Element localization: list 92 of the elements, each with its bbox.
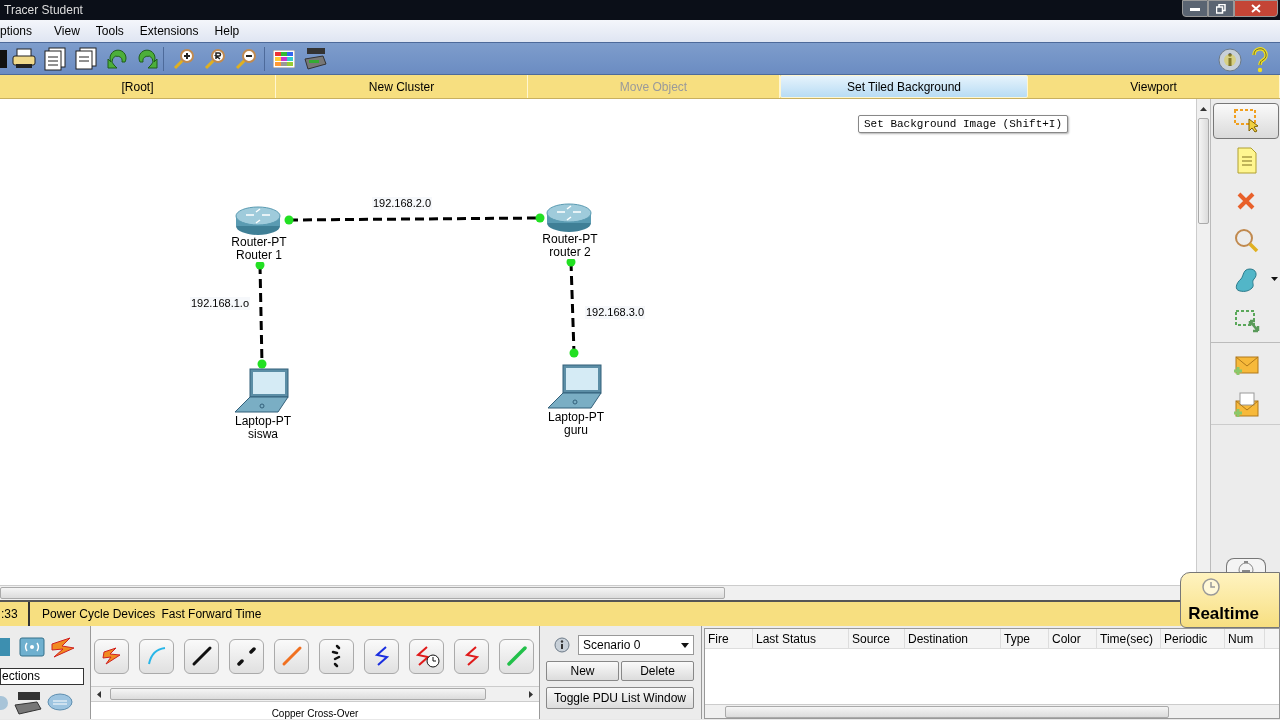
column-header[interactable]: Type bbox=[1001, 629, 1049, 648]
canvas-tab[interactable]: Set Tiled Background bbox=[780, 75, 1028, 98]
cable-type-button[interactable] bbox=[319, 638, 354, 674]
help-icon[interactable] bbox=[1251, 47, 1269, 73]
scroll-left-icon[interactable] bbox=[97, 691, 101, 698]
minimize-button[interactable] bbox=[1182, 0, 1208, 17]
device-category-icon[interactable] bbox=[0, 638, 12, 656]
close-icon bbox=[1251, 4, 1261, 13]
undo-icon[interactable] bbox=[105, 48, 129, 70]
canvas-tab[interactable]: Viewport bbox=[1028, 75, 1280, 98]
magnifier-icon bbox=[1232, 227, 1260, 255]
column-header[interactable]: Num bbox=[1225, 629, 1265, 648]
status-button[interactable]: Power Cycle Devices bbox=[42, 605, 156, 623]
network-link[interactable] bbox=[284, 213, 545, 225]
wireless-device-icon[interactable] bbox=[19, 637, 45, 657]
palette-icon[interactable] bbox=[273, 50, 295, 68]
device-icon[interactable] bbox=[303, 47, 327, 71]
column-header[interactable]: Periodic bbox=[1161, 629, 1225, 648]
menu-item[interactable]: Extensions bbox=[131, 22, 207, 40]
document-icon[interactable] bbox=[74, 47, 98, 71]
device-model-label: Router-PT bbox=[542, 233, 598, 246]
device-name-label: guru bbox=[564, 424, 588, 437]
info-icon[interactable] bbox=[554, 637, 570, 653]
column-header[interactable]: Last Status bbox=[753, 629, 849, 648]
simulation-tab[interactable] bbox=[1226, 558, 1266, 572]
cable-type-button[interactable] bbox=[184, 638, 219, 674]
tool-button[interactable] bbox=[1213, 103, 1279, 139]
window-title: Tracer Student bbox=[3, 2, 83, 19]
network-link[interactable] bbox=[255, 260, 267, 369]
category-label: ections bbox=[0, 668, 84, 685]
column-header[interactable]: Time(sec) bbox=[1097, 629, 1161, 648]
scenario-dropdown[interactable]: Scenario 0 bbox=[578, 635, 694, 655]
column-header[interactable]: Source bbox=[849, 629, 905, 648]
connection-name: Copper Cross-Over bbox=[271, 708, 359, 719]
network-link[interactable] bbox=[566, 257, 579, 358]
link-label: 192.168.3.0 bbox=[584, 306, 646, 319]
link-label: 192.168.2.0 bbox=[371, 197, 433, 210]
print-icon[interactable] bbox=[12, 48, 36, 70]
tooltip: Set Background Image (Shift+I) bbox=[858, 115, 1069, 133]
device-name-label: Router 1 bbox=[236, 249, 282, 262]
menu-item[interactable]: Tools bbox=[87, 22, 132, 40]
lightning-icon[interactable] bbox=[50, 636, 76, 658]
scenario-button[interactable]: Delete bbox=[621, 661, 694, 681]
scroll-right-icon[interactable] bbox=[529, 691, 533, 698]
device-name-label: siswa bbox=[248, 428, 278, 441]
column-header[interactable]: Destination bbox=[905, 629, 1001, 648]
cable-type-button[interactable] bbox=[229, 638, 264, 674]
scrollbar-thumb[interactable] bbox=[1198, 118, 1209, 224]
restore-icon bbox=[1216, 3, 1226, 14]
scrollbar-thumb[interactable] bbox=[725, 706, 1169, 718]
zoom-in-icon[interactable] bbox=[172, 48, 196, 70]
device-model-label: Laptop-PT bbox=[235, 415, 291, 428]
device-name-label: router 2 bbox=[549, 246, 591, 259]
laptop-icon[interactable] bbox=[547, 364, 603, 410]
resize-icon bbox=[1232, 307, 1260, 335]
cable-type-button[interactable] bbox=[364, 638, 399, 674]
dropdown-icon bbox=[681, 642, 689, 648]
close-button[interactable] bbox=[1234, 0, 1278, 17]
laptop-icon[interactable] bbox=[234, 368, 290, 414]
menu-item[interactable]: Help bbox=[206, 22, 248, 40]
select-icon bbox=[1232, 107, 1260, 135]
cable-type-button[interactable] bbox=[409, 638, 444, 674]
clock-icon bbox=[1201, 577, 1221, 597]
realtime-tab[interactable]: Realtime bbox=[1180, 572, 1280, 628]
toggle-pdu-list-button[interactable]: Toggle PDU List Window bbox=[546, 687, 694, 709]
zoom-out-icon[interactable] bbox=[234, 48, 258, 70]
dropdown-icon[interactable] bbox=[1271, 277, 1278, 281]
minimize-icon bbox=[1190, 6, 1200, 11]
device-model-label: Laptop-PT bbox=[548, 411, 604, 424]
status-button[interactable]: Fast Forward Time bbox=[161, 605, 262, 623]
document-icon[interactable] bbox=[43, 47, 67, 71]
menu-item[interactable]: ptions bbox=[0, 22, 47, 40]
column-header[interactable]: Color bbox=[1049, 629, 1097, 648]
canvas-tab[interactable]: [Root] bbox=[0, 75, 276, 98]
hub-icon[interactable] bbox=[47, 693, 73, 711]
restore-button[interactable] bbox=[1208, 0, 1234, 17]
zoom-reset-icon[interactable] bbox=[203, 48, 227, 70]
switch-icon[interactable] bbox=[14, 691, 42, 715]
stopwatch-icon bbox=[1237, 560, 1255, 572]
scrollbar-thumb[interactable] bbox=[110, 688, 486, 700]
redo-icon[interactable] bbox=[136, 48, 160, 70]
link-label: 192.168.1.o bbox=[189, 297, 251, 310]
router-icon[interactable] bbox=[234, 205, 282, 237]
router-icon[interactable] bbox=[545, 202, 593, 234]
device-model-label: Router-PT bbox=[231, 236, 287, 249]
column-header[interactable]: Fire bbox=[705, 629, 753, 648]
menu-item[interactable]: View bbox=[46, 22, 88, 40]
scenario-button[interactable]: New bbox=[546, 661, 619, 681]
scrollbar-thumb[interactable] bbox=[0, 587, 725, 599]
scroll-up-icon[interactable] bbox=[1200, 107, 1207, 111]
envelope-icon bbox=[1232, 391, 1260, 419]
canvas-tab[interactable]: New Cluster bbox=[276, 75, 528, 98]
